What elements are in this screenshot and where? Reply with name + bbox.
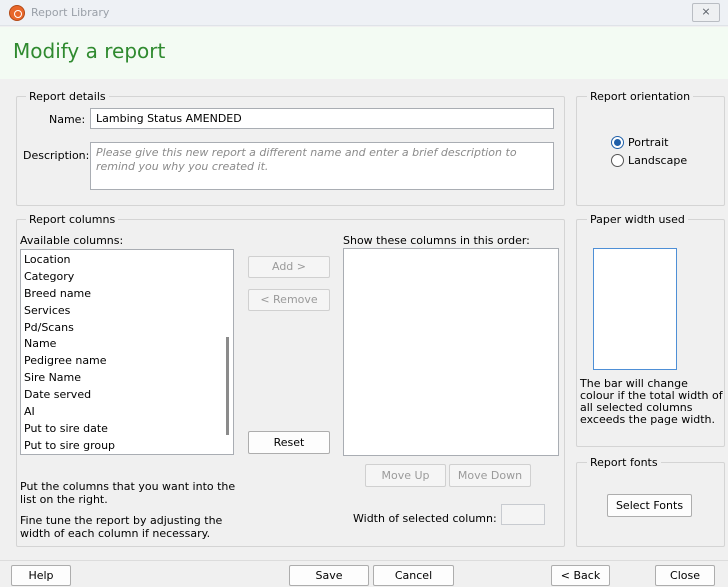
list-item[interactable]: Location [21,252,233,269]
hint-adjust-width: Fine tune the report by adjusting the wi… [20,514,223,540]
selected-columns-label: Show these columns in this order: [343,234,530,247]
reset-button[interactable]: Reset [248,431,330,454]
page-header: Modify a report [0,27,728,79]
available-columns-label: Available columns: [20,234,124,247]
description-label: Description: [23,149,90,162]
orientation-option-landscape[interactable]: Landscape [611,153,701,168]
description-placeholder: Please give this new report a different … [96,146,517,173]
portrait-label: Portrait [628,136,669,149]
list-item[interactable]: Name [21,336,233,353]
remove-column-button[interactable]: < Remove [248,289,330,311]
list-item[interactable]: AI [21,404,233,421]
close-icon: ⨯ [701,5,711,18]
window-close-button[interactable]: ⨯ [692,3,720,22]
name-input[interactable]: Lambing Status AMENDED [90,108,554,129]
paper-width-title: Paper width used [587,213,688,226]
page-title: Modify a report [13,39,166,63]
cancel-button[interactable]: Cancel [373,565,454,586]
list-item[interactable]: Date served [21,387,233,404]
move-up-button[interactable]: Move Up [365,464,446,487]
list-item[interactable]: Pd/Scans [21,320,233,337]
help-button-label: Help [28,569,54,582]
list-item[interactable]: Services [21,303,233,320]
report-details-title: Report details [26,90,109,103]
available-columns-list[interactable]: Location Category Breed name Services Pd… [20,249,234,455]
report-columns-title: Report columns [26,213,119,226]
selected-columns-list[interactable] [343,248,559,456]
landscape-radio[interactable] [611,154,624,167]
description-input[interactable]: Please give this new report a different … [90,142,554,190]
orientation-option-portrait[interactable]: Portrait [611,135,701,150]
move-down-button[interactable]: Move Down [449,464,531,487]
back-button[interactable]: < Back [551,565,610,586]
window-titlebar: Report Library ⨯ [0,0,728,26]
available-list-scrollbar[interactable] [226,337,229,435]
hint-add-columns: Put the columns that you want into the l… [20,480,236,506]
name-label: Name: [49,113,86,126]
paper-width-note: The bar will change colour if the total … [580,377,723,426]
add-column-button[interactable]: Add > [248,256,330,278]
select-fonts-button[interactable]: Select Fonts [607,494,692,517]
list-item[interactable]: Put to sire group [21,438,233,454]
save-button[interactable]: Save [289,565,369,586]
column-width-label: Width of selected column: [353,512,497,525]
available-columns-items: Location Category Breed name Services Pd… [21,250,233,454]
report-orientation-title: Report orientation [587,90,694,103]
name-input-value: Lambing Status AMENDED [96,112,242,125]
report-fonts-title: Report fonts [587,456,661,469]
window-title: Report Library [31,6,110,19]
help-button[interactable]: Help [11,565,71,586]
portrait-radio[interactable] [611,136,624,149]
list-item[interactable]: Sire Name [21,370,233,387]
column-width-input[interactable] [501,504,545,525]
paper-width-bar [593,248,677,370]
list-item[interactable]: Category [21,269,233,286]
app-logo-icon [9,5,25,21]
list-item[interactable]: Pedigree name [21,353,233,370]
list-item[interactable]: Breed name [21,286,233,303]
close-button[interactable]: Close [655,565,715,586]
report-orientation-group: Report orientation [576,90,725,206]
landscape-label: Landscape [628,154,688,167]
list-item[interactable]: Put to sire date [21,421,233,438]
